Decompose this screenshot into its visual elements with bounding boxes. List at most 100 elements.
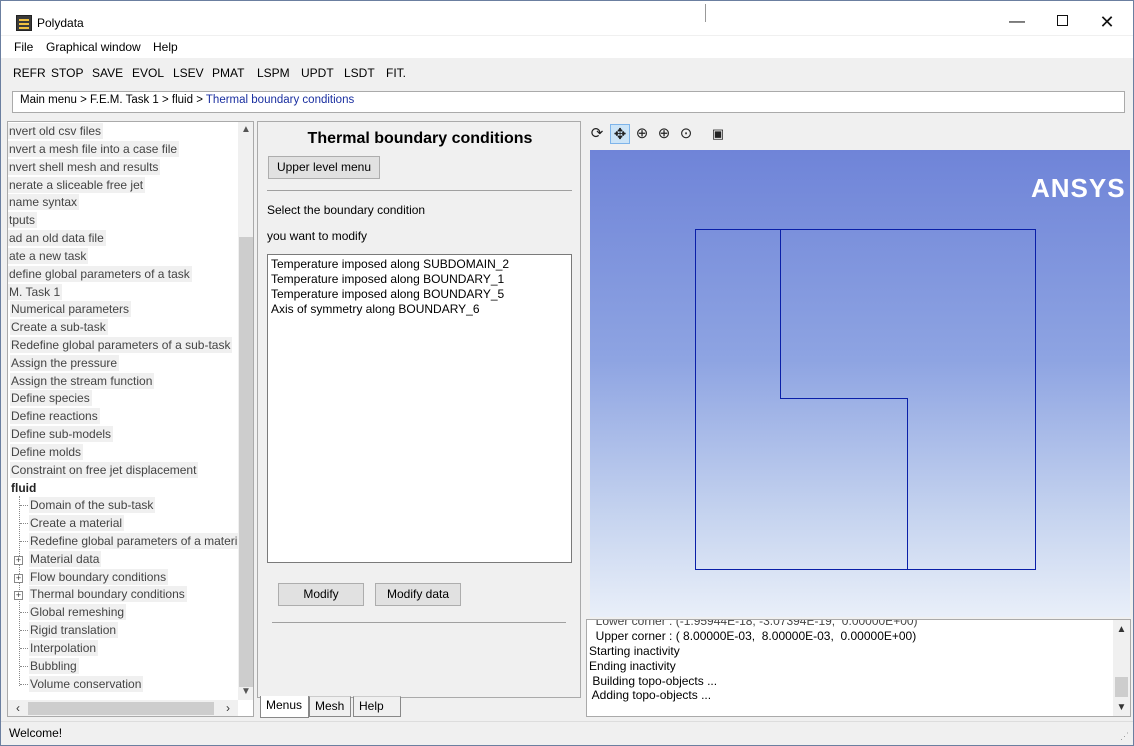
refr-button[interactable]: REFR	[13, 66, 46, 80]
tree-item[interactable]: Bubbling	[29, 658, 79, 674]
tree-item[interactable]: name syntax	[8, 194, 80, 210]
status-message: Welcome!	[9, 726, 63, 740]
expand-icon[interactable]: +	[14, 556, 23, 565]
scroll-right-icon[interactable]: ›	[220, 700, 236, 716]
menu-tree-panel: nvert old csv files nvert a mesh file in…	[7, 121, 254, 717]
menu-bar: File Graphical window Help	[1, 36, 1133, 58]
graphics-viewport[interactable]	[590, 150, 1130, 617]
console-scrollbar[interactable]: ▲ ▼	[1113, 620, 1130, 716]
console-line: Adding topo-objects ...	[589, 688, 712, 702]
tree-vertical-scrollbar[interactable]: ▲ ▼	[238, 122, 253, 700]
camera-icon[interactable]: ▣	[708, 124, 728, 144]
tree-item[interactable]: Global remeshing	[29, 604, 127, 620]
tree-item[interactable]: Interpolation	[29, 640, 99, 656]
scroll-thumb[interactable]	[28, 702, 214, 715]
tree-item-fluid[interactable]: fluid	[10, 480, 38, 496]
tree-item[interactable]: Assign the pressure	[10, 355, 120, 371]
pan-icon[interactable]: ✥	[610, 124, 630, 144]
resize-grip-icon[interactable]: ⋰	[1120, 731, 1129, 742]
expand-icon[interactable]: +	[14, 574, 23, 583]
tree-horizontal-scrollbar[interactable]: ‹ ›	[8, 700, 238, 716]
minimize-button[interactable]: —	[994, 9, 1040, 35]
evol-button[interactable]: EVOL	[132, 66, 164, 80]
list-item[interactable]: Temperature imposed along BOUNDARY_5	[271, 287, 568, 302]
zoom-fit-icon[interactable]: ⊙	[676, 124, 696, 144]
tree-item[interactable]: nvert a mesh file into a case file	[8, 141, 180, 157]
prompt-line-2: you want to modify	[267, 229, 368, 243]
zoom-in-icon[interactable]: ⊕	[654, 124, 674, 144]
tab-mesh[interactable]: Mesh	[309, 696, 351, 717]
tree-item[interactable]: Define species	[10, 390, 92, 406]
scroll-down-icon[interactable]: ▼	[238, 684, 253, 700]
tree-item[interactable]: define global parameters of a task	[8, 266, 192, 282]
expand-icon[interactable]: +	[14, 591, 23, 600]
graphics-toolbar: ⟳ ✥ ⊕ ⊕ ⊙ ▣	[586, 121, 1131, 149]
tree-item[interactable]: Redefine global parameters of a sub-task	[10, 337, 233, 353]
maximize-icon	[1056, 14, 1068, 26]
console-output: Lower corner : (-1.95944E-18, -3.07394E-…	[586, 619, 1131, 717]
save-button[interactable]: SAVE	[92, 66, 123, 80]
app-icon	[16, 15, 32, 31]
tree-item[interactable]: ate a new task	[8, 248, 89, 264]
breadcrumb-path[interactable]: Main menu > F.E.M. Task 1 > fluid >	[20, 94, 206, 106]
lspm-button[interactable]: LSPM	[257, 66, 290, 80]
tree-item[interactable]: nvert old csv files	[8, 123, 104, 139]
upper-level-menu-button[interactable]: Upper level menu	[268, 156, 380, 179]
tree-item[interactable]: Create a material	[29, 515, 125, 531]
lsdt-button[interactable]: LSDT	[344, 66, 375, 80]
tree-item[interactable]: Material data	[29, 551, 102, 567]
tree-item-selected[interactable]: Thermal boundary conditions	[29, 586, 187, 602]
scroll-thumb[interactable]	[1115, 677, 1128, 697]
console-line: Upper corner : ( 8.00000E-03, 8.00000E-0…	[589, 629, 917, 643]
tree-item[interactable]: nerate a sliceable free jet	[8, 177, 146, 193]
modify-data-button[interactable]: Modify data	[375, 583, 461, 606]
updt-button[interactable]: UPDT	[301, 66, 334, 80]
tree-item[interactable]: Rigid translation	[29, 622, 119, 638]
tree-item[interactable]: Assign the stream function	[10, 373, 155, 389]
tree-item[interactable]: M. Task 1	[8, 284, 63, 300]
rotate-icon[interactable]: ⟳	[587, 124, 607, 144]
scroll-up-icon[interactable]: ▲	[238, 122, 253, 138]
tree-item[interactable]: Constraint on free jet displacement	[10, 462, 199, 478]
scroll-thumb[interactable]	[239, 237, 253, 687]
menu-panel: Thermal boundary conditions Upper level …	[257, 121, 581, 698]
menu-help[interactable]: Help	[153, 40, 178, 54]
stop-button[interactable]: STOP	[51, 66, 83, 80]
tree-item[interactable]: Numerical parameters	[10, 301, 132, 317]
tab-menus[interactable]: Menus	[260, 696, 309, 718]
domain-outline	[695, 229, 1036, 570]
zoom-box-icon[interactable]: ⊕	[632, 124, 652, 144]
pmat-button[interactable]: PMAT	[212, 66, 244, 80]
subdomain-outline	[780, 229, 908, 570]
maximize-button[interactable]	[1039, 9, 1085, 35]
tab-help[interactable]: Help	[353, 696, 401, 717]
scroll-up-icon[interactable]: ▲	[1113, 622, 1130, 638]
panel-title: Thermal boundary conditions	[307, 130, 533, 147]
tree-item[interactable]: Define molds	[10, 444, 84, 460]
list-item[interactable]: Axis of symmetry along BOUNDARY_6	[271, 302, 568, 317]
scroll-left-icon[interactable]: ‹	[10, 700, 26, 716]
tree-item[interactable]: Redefine global parameters of a materia	[29, 533, 247, 549]
menu-file[interactable]: File	[14, 40, 33, 54]
console-line: Ending inactivity	[589, 659, 676, 673]
list-item[interactable]: Temperature imposed along BOUNDARY_1	[271, 272, 568, 287]
command-toolbar: REFR STOP SAVE EVOL LSEV PMAT LSPM UPDT …	[1, 60, 1133, 86]
menu-graphical-window[interactable]: Graphical window	[46, 40, 141, 54]
fit-button[interactable]: FIT.	[386, 66, 406, 80]
tree-item[interactable]: ad an old data file	[8, 230, 106, 246]
tree-item[interactable]: nvert shell mesh and results	[8, 159, 161, 175]
modify-button[interactable]: Modify	[278, 583, 364, 606]
console-line: Starting inactivity	[589, 644, 680, 658]
tree-item[interactable]: Flow boundary conditions	[29, 569, 169, 585]
tree-item[interactable]: Volume conservation	[29, 676, 144, 692]
tree-item[interactable]: Define sub-models	[10, 426, 114, 442]
tree-item[interactable]: Define reactions	[10, 408, 100, 424]
tree-item[interactable]: tputs	[8, 212, 38, 228]
scroll-down-icon[interactable]: ▼	[1113, 700, 1130, 716]
lsev-button[interactable]: LSEV	[173, 66, 204, 80]
tree-item[interactable]: Create a sub-task	[10, 319, 108, 335]
boundary-condition-list[interactable]: Temperature imposed along SUBDOMAIN_2 Te…	[267, 254, 572, 563]
close-button[interactable]: ✕	[1084, 9, 1130, 35]
tree-item[interactable]: Domain of the sub-task	[29, 497, 156, 513]
list-item[interactable]: Temperature imposed along SUBDOMAIN_2	[271, 257, 568, 272]
